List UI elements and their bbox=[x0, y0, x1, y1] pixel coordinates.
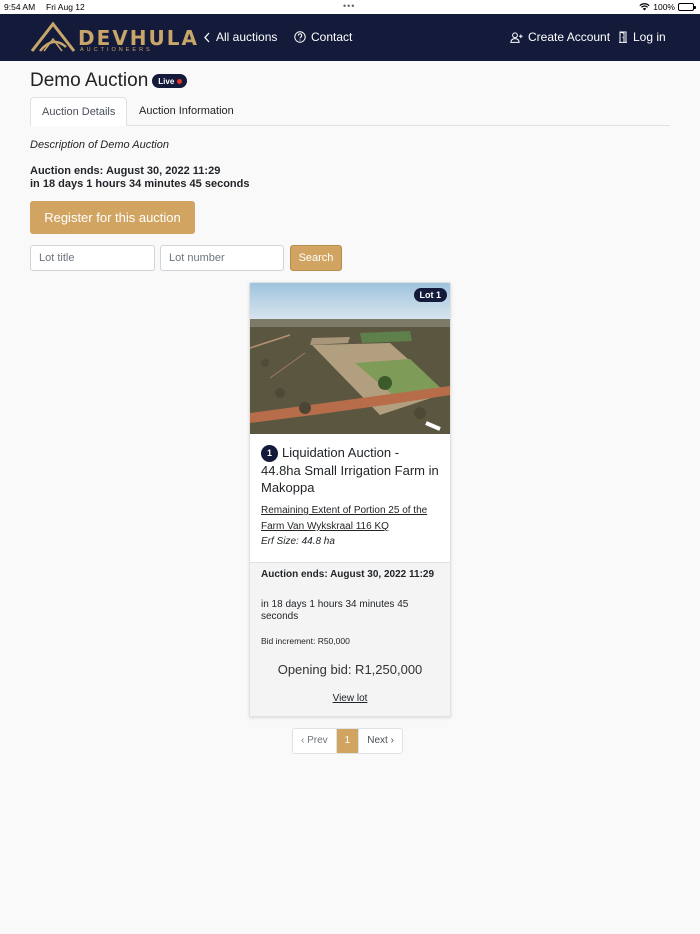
person-add-icon bbox=[510, 31, 523, 43]
devhula-logo[interactable]: DEVHULA AUCTIONEERS bbox=[30, 21, 197, 55]
bid-increment: Bid increment: R50,000 bbox=[261, 636, 350, 646]
opening-bid: Opening bid: R1,250,000 bbox=[277, 662, 423, 677]
auction-countdown: in 18 days 1 hours 34 minutes 45 seconds bbox=[30, 178, 250, 190]
search-button[interactable]: Search bbox=[290, 245, 342, 271]
battery-icon bbox=[678, 3, 696, 11]
lot-image[interactable]: Lot 1 bbox=[250, 283, 450, 434]
live-badge: Live bbox=[152, 74, 188, 88]
status-date: Fri Aug 12 bbox=[46, 2, 85, 12]
lot-number-badge: 1 bbox=[261, 445, 278, 462]
tab-auction-information[interactable]: Auction Information bbox=[128, 97, 245, 126]
lot-title[interactable]: 1 Liquidation Auction - 44.8ha Small Irri… bbox=[261, 444, 441, 496]
nav-create-account-label: Create Account bbox=[528, 30, 611, 44]
auction-ends: Auction ends: August 30, 2022 11:29 bbox=[30, 165, 221, 177]
lot-card-footer: Auction ends: August 30, 2022 11:29 in 1… bbox=[250, 562, 450, 716]
lot-badge: Lot 1 bbox=[413, 288, 447, 302]
page-title: Demo Auction Live bbox=[30, 70, 188, 92]
auction-title: Demo Auction bbox=[30, 70, 149, 91]
nav-contact[interactable]: Contact bbox=[294, 30, 352, 44]
tab-auction-details[interactable]: Auction Details bbox=[30, 97, 128, 126]
wifi-icon bbox=[639, 3, 650, 11]
brand-subtitle: AUCTIONEERS bbox=[80, 47, 153, 53]
status-indicators: 100% bbox=[639, 2, 696, 12]
lot-card: Lot 1 1 Liquidation Auction - 44.8ha Smal… bbox=[249, 282, 451, 717]
register-button[interactable]: Register for this auction bbox=[30, 201, 195, 234]
auction-end-info: Auction ends: August 30, 2022 11:29 in 1… bbox=[30, 165, 249, 191]
multitasking-dots-icon[interactable]: ••• bbox=[343, 1, 355, 11]
chevron-left-icon bbox=[204, 32, 210, 42]
pagination-prev[interactable]: ‹ Prev bbox=[293, 729, 336, 753]
pagination: ‹ Prev 1 Next › bbox=[292, 728, 403, 754]
live-badge-label: Live bbox=[158, 76, 175, 86]
lot-card-header: 1 Liquidation Auction - 44.8ha Small Irri… bbox=[250, 434, 450, 562]
door-icon bbox=[619, 31, 627, 43]
auction-description: Description of Demo Auction bbox=[30, 139, 169, 151]
erf-size: Erf Size: 44.8 ha bbox=[261, 536, 335, 547]
farm-aerial-image bbox=[250, 283, 450, 434]
nav-create-account[interactable]: Create Account bbox=[510, 30, 610, 44]
live-dot-icon bbox=[177, 78, 183, 84]
lot-auction-ends: Auction ends: August 30, 2022 11:29 bbox=[261, 569, 435, 580]
nav-all-auctions-label: All auctions bbox=[216, 30, 278, 44]
lot-number-input[interactable]: Lot number bbox=[160, 245, 284, 271]
nav-contact-label: Contact bbox=[311, 30, 353, 44]
lot-countdown: in 18 days 1 hours 34 minutes 45 seconds bbox=[261, 599, 409, 622]
logo-mark-icon bbox=[30, 21, 76, 52]
view-lot-link[interactable]: View lot bbox=[250, 693, 450, 704]
top-navbar: DEVHULA AUCTIONEERS All auctions Contact… bbox=[0, 14, 700, 61]
question-circle-icon bbox=[294, 31, 306, 43]
status-time: 9:54 AM bbox=[4, 2, 36, 12]
auction-tabs: Auction Details Auction Information bbox=[30, 97, 670, 126]
nav-log-in[interactable]: Log in bbox=[618, 30, 666, 44]
battery-percent: 100% bbox=[653, 2, 675, 12]
pagination-page-1[interactable]: 1 bbox=[335, 729, 360, 753]
nav-all-auctions[interactable]: All auctions bbox=[203, 30, 277, 44]
status-bar: 9:54 AM Fri Aug 12 ••• 100% bbox=[0, 0, 700, 14]
pagination-next[interactable]: Next › bbox=[359, 729, 402, 753]
nav-log-in-label: Log in bbox=[633, 30, 666, 44]
lot-title-input[interactable]: Lot title bbox=[30, 245, 155, 271]
property-description-link[interactable]: Remaining Extent of Portion 25 of the Fa… bbox=[261, 503, 441, 535]
lot-title-text: Liquidation Auction - 44.8ha Small Irrig… bbox=[261, 445, 439, 495]
